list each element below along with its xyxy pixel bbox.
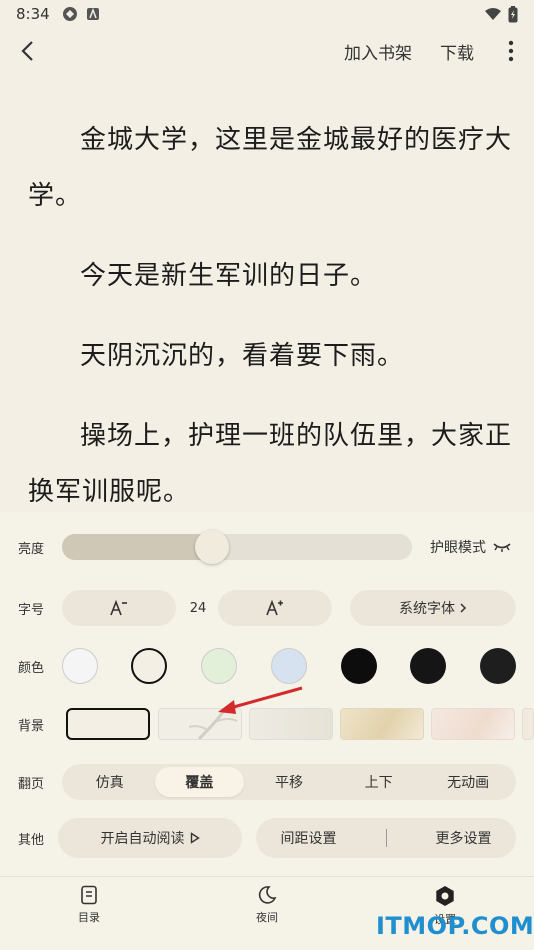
add-to-shelf-button[interactable]: 加入书架	[344, 39, 412, 64]
color-swatch[interactable]	[341, 648, 377, 684]
font-decrease-button[interactable]	[62, 590, 176, 626]
moon-icon	[258, 886, 277, 904]
chevron-right-icon	[460, 603, 467, 613]
brightness-slider-thumb[interactable]	[194, 530, 229, 564]
eye-mode-toggle[interactable]: 护眼模式	[430, 537, 512, 557]
download-button[interactable]: 下载	[440, 39, 474, 64]
page-turn-option-cover[interactable]: 覆盖	[154, 767, 245, 797]
page-turn-option-slide[interactable]: 平移	[244, 767, 334, 797]
wifi-icon	[485, 8, 501, 20]
brightness-label: 亮度	[18, 541, 45, 557]
status-bar: 8:34	[0, 0, 534, 28]
spacing-settings-button[interactable]: 间距设置	[281, 828, 337, 848]
app-a-icon	[86, 7, 99, 20]
reader-content: 金城大学，这里是金城最好的医疗大学。 今天是新生军训的日子。 天阴沉沉的，看着要…	[28, 112, 512, 510]
color-swatch[interactable]	[131, 648, 167, 684]
annotation-arrow-icon	[218, 686, 303, 714]
nav-toc[interactable]: 目录	[0, 877, 178, 950]
font-size-value: 24	[189, 600, 207, 616]
nav-night[interactable]: 夜间	[178, 877, 356, 950]
more-settings-button[interactable]: 更多设置	[436, 828, 492, 848]
background-option-more[interactable]	[522, 708, 534, 740]
back-button[interactable]	[14, 35, 40, 67]
page-turn-option-simulate[interactable]: 仿真	[65, 767, 155, 797]
page-turn-row: 翻页 仿真 覆盖 平移 上下 无动画	[0, 764, 534, 800]
system-font-label: 系统字体	[399, 601, 455, 617]
page-turn-option-none[interactable]: 无动画	[423, 767, 513, 797]
font-size-row: 字号 24 系统字体	[0, 590, 534, 626]
app-logo-icon	[62, 7, 77, 21]
auto-read-label: 开启自动阅读	[100, 831, 185, 847]
color-label: 颜色	[18, 660, 45, 676]
battery-icon	[508, 5, 518, 22]
spacing-more-group: 间距设置 更多设置	[256, 818, 516, 858]
paragraph: 操场上，护理一班的队伍里，大家正换军训服呢。	[28, 421, 512, 507]
font-size-label: 字号	[18, 602, 45, 618]
color-swatch[interactable]	[271, 648, 307, 684]
system-font-button[interactable]: 系统字体	[350, 590, 516, 626]
color-swatch[interactable]	[410, 648, 446, 684]
closed-eye-icon	[493, 543, 511, 552]
top-bar: 加入书架 下载	[0, 28, 534, 74]
chevron-left-icon	[21, 41, 33, 61]
divider	[385, 829, 387, 847]
color-swatch[interactable]	[201, 648, 237, 684]
brightness-slider-fill	[62, 534, 212, 560]
background-option-pink[interactable]	[431, 708, 515, 740]
font-decrease-icon	[110, 600, 127, 616]
font-increase-icon	[266, 600, 283, 616]
nav-night-label: 夜间	[256, 911, 278, 924]
paragraph: 今天是新生军训的日子。	[80, 261, 378, 291]
other-label: 其他	[18, 832, 45, 848]
background-label: 背景	[18, 718, 45, 734]
more-button[interactable]	[502, 40, 520, 62]
eye-mode-label: 护眼模式	[430, 540, 486, 556]
page-turn-selector: 仿真 覆盖 平移 上下 无动画	[62, 764, 516, 800]
paragraph: 天阴沉沉的，看着要下雨。	[80, 341, 405, 371]
color-swatch[interactable]	[62, 648, 98, 684]
background-option-plain[interactable]	[66, 708, 150, 740]
background-option-gold[interactable]	[340, 708, 424, 740]
watermark: ITMOP.COM	[376, 912, 534, 940]
more-vertical-icon	[508, 40, 514, 62]
page-turn-label: 翻页	[18, 776, 45, 792]
paragraph: 金城大学，这里是金城最好的医疗大学。	[28, 125, 512, 211]
settings-gear-icon	[436, 886, 454, 906]
brightness-slider[interactable]	[62, 530, 412, 564]
page-turn-option-vertical[interactable]: 上下	[334, 767, 424, 797]
toc-icon	[81, 885, 97, 905]
play-icon	[190, 832, 200, 844]
auto-read-button[interactable]: 开启自动阅读	[58, 818, 242, 858]
color-row: 颜色	[0, 648, 534, 684]
nav-toc-label: 目录	[78, 911, 100, 924]
color-swatch[interactable]	[480, 648, 516, 684]
font-increase-button[interactable]	[218, 590, 332, 626]
other-row: 其他 开启自动阅读 间距设置 更多设置	[0, 818, 534, 858]
brightness-row: 亮度 护眼模式	[0, 530, 534, 564]
status-time: 8:34	[16, 5, 50, 23]
